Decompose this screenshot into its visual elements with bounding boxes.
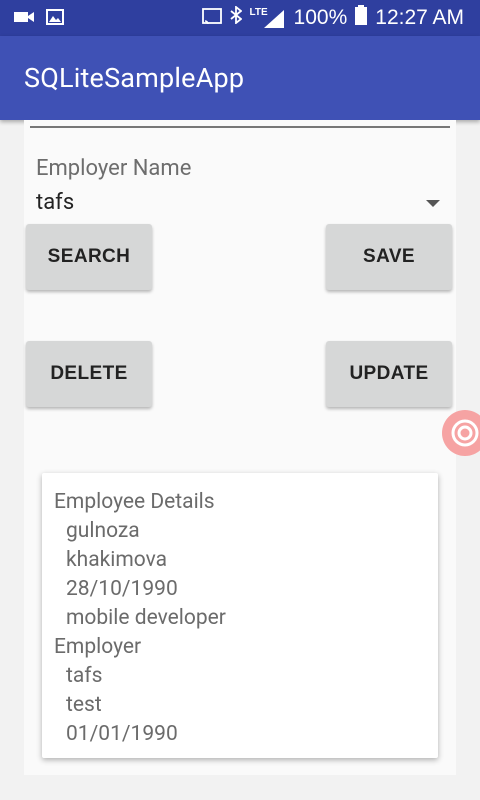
employee-first-name: gulnoza [66, 519, 140, 543]
delete-button[interactable]: DELETE [26, 341, 152, 407]
employee-details-card: Employee Details gulnoza khakimova 28/10… [42, 473, 438, 758]
employer-founded-date: 01/01/1990 [66, 722, 178, 746]
app-title: SQLiteSampleApp [24, 62, 245, 94]
video-camera-icon [14, 9, 36, 29]
app-bar: SQLiteSampleApp [0, 36, 480, 120]
main-content: Employer Name tafs SEARCH SAVE DELETE UP… [24, 120, 456, 775]
lte-signal-icon: LTE [250, 7, 286, 29]
spinner-selected-value: tafs [36, 190, 75, 215]
employee-birth-date: 28/10/1990 [66, 577, 178, 601]
save-button[interactable]: SAVE [326, 224, 452, 290]
image-icon [46, 9, 64, 29]
target-icon [451, 419, 479, 447]
update-button[interactable]: UPDATE [326, 341, 452, 407]
search-button[interactable]: SEARCH [26, 224, 152, 290]
details-heading-employer: Employer [54, 635, 142, 659]
employer-name-label: Employer Name [36, 156, 192, 181]
battery-icon [355, 5, 368, 31]
employer-description: test [66, 693, 102, 717]
employer-name-spinner[interactable]: tafs [36, 188, 440, 220]
status-bar: LTE 100% 12:27 AM [0, 0, 480, 36]
employer-name: tafs [66, 664, 103, 688]
cast-icon [201, 6, 222, 30]
divider [30, 126, 450, 128]
details-heading-employee: Employee Details [54, 490, 215, 514]
employee-position: mobile developer [66, 606, 226, 630]
dropdown-arrow-icon [426, 200, 440, 207]
floating-overlay-button[interactable] [442, 410, 480, 456]
clock: 12:27 AM [375, 6, 464, 29]
battery-percent: 100% [293, 6, 348, 29]
bluetooth-icon [229, 5, 242, 30]
employee-last-name: khakimova [66, 548, 168, 572]
